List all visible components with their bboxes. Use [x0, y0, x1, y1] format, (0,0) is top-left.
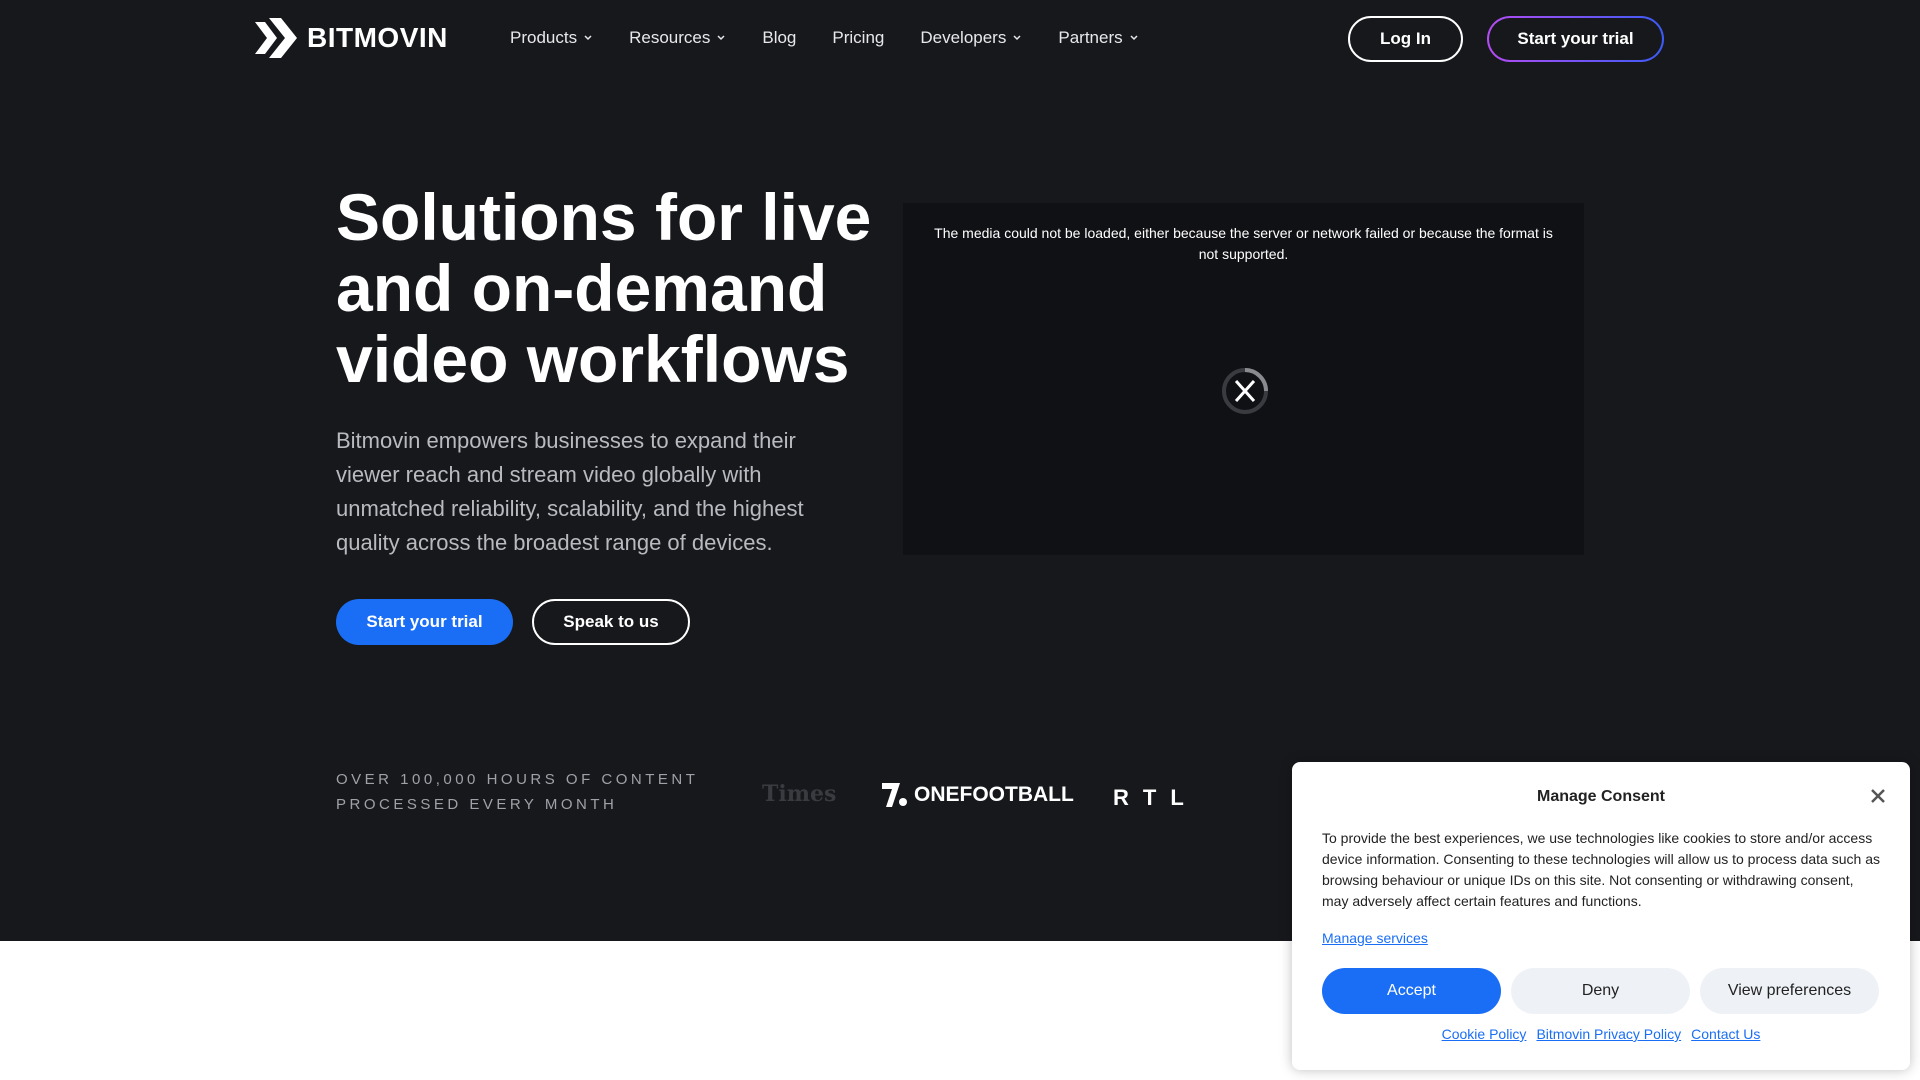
- bitmovin-logo-icon: [255, 18, 297, 58]
- contact-us-link[interactable]: Contact Us: [1691, 1026, 1760, 1042]
- cookie-policy-link[interactable]: Cookie Policy: [1442, 1026, 1527, 1042]
- stat-line-2: PROCESSED EVERY MONTH: [336, 796, 618, 813]
- consent-body: To provide the best experiences, we use …: [1322, 830, 1880, 909]
- times-logo: Times: [762, 781, 837, 807]
- consent-links: Cookie Policy Bitmovin Privacy Policy Co…: [1292, 1026, 1910, 1042]
- onefootball-mark-icon: [882, 783, 907, 807]
- start-trial-button[interactable]: Start your trial: [336, 599, 513, 645]
- stat-line-1: OVER 100,000 HOURS OF CONTENT: [336, 771, 699, 788]
- rtl-logo: RTL: [1113, 785, 1198, 810]
- brand-name: BITMOVIN: [307, 22, 448, 53]
- nav-partners[interactable]: Partners: [1058, 28, 1138, 48]
- nav-resources-label: Resources: [629, 28, 711, 47]
- consent-dialog: Manage Consent To provide the best exper…: [1292, 762, 1910, 1070]
- onefootball-wordmark: ONEFOOTBALL: [914, 783, 1074, 806]
- accept-button[interactable]: Accept: [1322, 968, 1501, 1014]
- error-x-icon: [1222, 368, 1268, 414]
- chevron-down-icon: [1130, 35, 1138, 41]
- chevron-down-icon: [717, 35, 725, 41]
- close-icon[interactable]: [1868, 786, 1888, 806]
- chevron-down-icon: [584, 35, 592, 41]
- content-stat: OVER 100,000 HOURS OF CONTENT PROCESSED …: [336, 767, 698, 817]
- bitmovin-logo[interactable]: BITMOVIN: [255, 18, 448, 58]
- video-player[interactable]: The media could not be loaded, either be…: [903, 203, 1584, 555]
- nav-blog[interactable]: Blog: [762, 28, 796, 48]
- onefootball-logo: ONEFOOTBALL: [882, 783, 1074, 807]
- chevron-down-icon: [1013, 35, 1021, 41]
- start-trial-header-button[interactable]: Start your trial: [1487, 16, 1664, 62]
- manage-services-link[interactable]: Manage services: [1322, 930, 1428, 946]
- nav-partners-label: Partners: [1058, 28, 1123, 47]
- speak-to-us-button[interactable]: Speak to us: [532, 599, 690, 645]
- video-error-message: The media could not be loaded, either be…: [934, 225, 1553, 262]
- nav-developers[interactable]: Developers: [920, 28, 1022, 48]
- privacy-policy-link[interactable]: Bitmovin Privacy Policy: [1536, 1026, 1681, 1042]
- view-preferences-button[interactable]: View preferences: [1700, 968, 1879, 1014]
- nav-blog-label: Blog: [762, 28, 797, 47]
- nav-resources[interactable]: Resources: [629, 28, 726, 48]
- nav-products[interactable]: Products: [510, 28, 593, 48]
- hero-description: Bitmovin empowers businesses to expand t…: [336, 428, 804, 555]
- nav-products-label: Products: [510, 28, 578, 47]
- nav-developers-label: Developers: [920, 28, 1007, 47]
- login-button[interactable]: Log In: [1348, 16, 1463, 62]
- nav-pricing[interactable]: Pricing: [832, 28, 884, 48]
- main-nav: Products Resources Blog Pricing Develope…: [510, 28, 1175, 48]
- hero-title: Solutions for live and on-demand video w…: [336, 180, 872, 396]
- deny-button[interactable]: Deny: [1511, 968, 1690, 1014]
- consent-title: Manage Consent: [1536, 788, 1665, 805]
- nav-pricing-label: Pricing: [832, 28, 885, 47]
